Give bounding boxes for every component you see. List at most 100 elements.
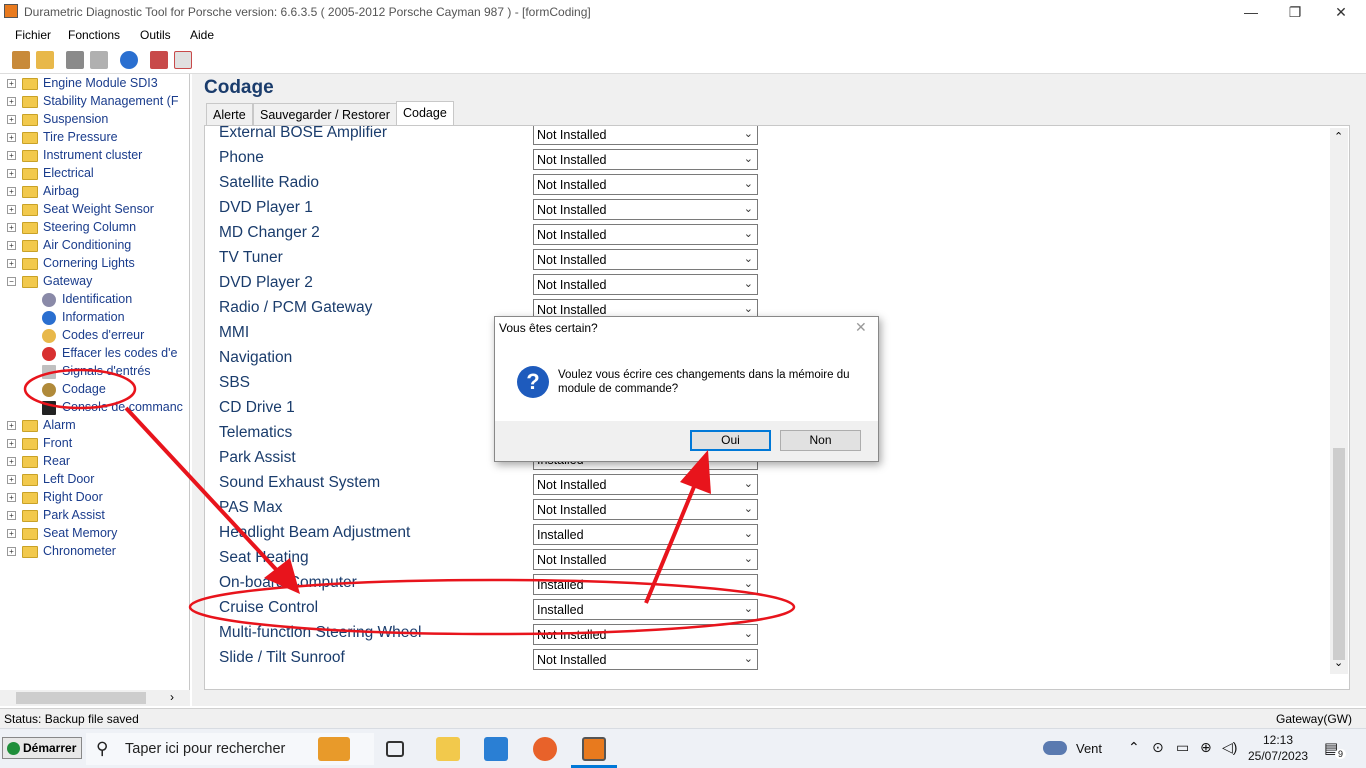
tree-item-gateway-child[interactable]: Codage — [0, 381, 189, 399]
tree-item-module[interactable]: + Rear — [0, 453, 189, 471]
expand-icon[interactable]: + — [7, 547, 16, 556]
expand-icon[interactable]: + — [7, 205, 16, 214]
open-folder-icon[interactable] — [36, 51, 54, 69]
scroll-right-arrow-icon[interactable]: › — [170, 690, 174, 704]
option-select[interactable]: Not Installed ⌄ — [533, 199, 758, 220]
menu-aide[interactable]: Aide — [190, 28, 214, 42]
toolbox-icon[interactable] — [318, 737, 350, 761]
tree-item-module[interactable]: − Gateway — [0, 273, 189, 291]
tree-item-module[interactable]: + Suspension — [0, 111, 189, 129]
tree-item-gateway-child[interactable]: Effacer les codes d'e — [0, 345, 189, 363]
close-button[interactable]: ✕ — [1318, 2, 1364, 22]
option-select[interactable]: Installed ⌄ — [533, 524, 758, 545]
expand-icon[interactable]: + — [7, 223, 16, 232]
network-icon[interactable]: ⊕ — [1200, 739, 1212, 756]
expand-icon[interactable]: + — [7, 439, 16, 448]
tree-item-gateway-child[interactable]: Identification — [0, 291, 189, 309]
tree-item-gateway-child[interactable]: Signals d'entrés — [0, 363, 189, 381]
tree-item-module[interactable]: + Cornering Lights — [0, 255, 189, 273]
expand-icon[interactable]: + — [7, 115, 16, 124]
tree-item-module[interactable]: + Stability Management (F — [0, 93, 189, 111]
option-select[interactable]: Not Installed ⌄ — [533, 126, 758, 145]
battery-icon[interactable]: ▭ — [1176, 739, 1189, 756]
tree-item-module[interactable]: + Air Conditioning — [0, 237, 189, 255]
minimize-button[interactable]: — — [1228, 2, 1274, 22]
dialog-close-icon[interactable]: ✕ — [855, 319, 867, 336]
task-view-icon[interactable] — [386, 741, 404, 757]
expand-icon[interactable]: + — [7, 529, 16, 538]
tree-item-module[interactable]: + Electrical — [0, 165, 189, 183]
expand-icon[interactable]: + — [7, 133, 16, 142]
expand-icon[interactable]: + — [7, 511, 16, 520]
expand-icon[interactable]: + — [7, 421, 16, 430]
option-select[interactable]: Not Installed ⌄ — [533, 174, 758, 195]
tree-item-module[interactable]: + Steering Column — [0, 219, 189, 237]
tree-item-module[interactable]: + Seat Memory — [0, 525, 189, 543]
tree-item-module[interactable]: + Park Assist — [0, 507, 189, 525]
option-select[interactable]: Not Installed ⌄ — [533, 499, 758, 520]
option-select[interactable]: Not Installed ⌄ — [533, 249, 758, 270]
checklist-icon[interactable] — [150, 51, 168, 69]
yes-button[interactable]: Oui — [690, 430, 771, 451]
durametric-taskbar-icon[interactable] — [582, 737, 606, 761]
scroll-down-arrow-icon[interactable]: ⌄ — [1334, 656, 1343, 669]
expand-icon[interactable]: + — [7, 79, 16, 88]
tree-item-module[interactable]: + Left Door — [0, 471, 189, 489]
expand-icon[interactable]: + — [7, 169, 16, 178]
tree-horizontal-scrollbar[interactable]: › — [0, 690, 190, 706]
refresh-icon[interactable] — [120, 51, 138, 69]
expand-icon[interactable]: + — [7, 151, 16, 160]
report-icon[interactable] — [174, 51, 192, 69]
restore-button[interactable]: ❐ — [1272, 2, 1318, 22]
expand-icon[interactable]: + — [7, 475, 16, 484]
expand-icon[interactable]: + — [7, 187, 16, 196]
chevron-up-icon[interactable]: ⌃ — [1128, 739, 1140, 756]
weather-label[interactable]: Vent — [1076, 741, 1102, 756]
print-preview-icon[interactable] — [90, 51, 108, 69]
scrollbar-thumb[interactable] — [16, 692, 146, 704]
option-select[interactable]: Not Installed ⌄ — [533, 474, 758, 495]
tree-item-module[interactable]: + Engine Module SDI3 — [0, 75, 189, 93]
tree-item-gateway-child[interactable]: Codes d'erreur — [0, 327, 189, 345]
scroll-up-arrow-icon[interactable]: ⌃ — [1334, 130, 1343, 143]
option-select[interactable]: Installed ⌄ — [533, 574, 758, 595]
expand-icon[interactable]: − — [7, 277, 16, 286]
tab-alerte[interactable]: Alerte — [206, 103, 253, 125]
home-icon[interactable] — [12, 51, 30, 69]
expand-icon[interactable]: + — [7, 241, 16, 250]
expand-icon[interactable]: + — [7, 97, 16, 106]
option-select[interactable]: Not Installed ⌄ — [533, 224, 758, 245]
tab-sauvegarder[interactable]: Sauvegarder / Restorer — [253, 103, 397, 125]
no-button[interactable]: Non — [780, 430, 861, 451]
expand-icon[interactable]: + — [7, 457, 16, 466]
option-select[interactable]: Installed ⌄ — [533, 599, 758, 620]
scrollbar-thumb[interactable] — [1333, 448, 1345, 660]
volume-icon[interactable]: ◁) — [1222, 739, 1237, 756]
tree-item-module[interactable]: + Front — [0, 435, 189, 453]
tree-item-module[interactable]: + Tire Pressure — [0, 129, 189, 147]
option-select[interactable]: Not Installed ⌄ — [533, 649, 758, 670]
tree-item-module[interactable]: + Right Door — [0, 489, 189, 507]
coding-vertical-scrollbar[interactable]: ⌃ ⌄ — [1330, 128, 1348, 674]
tree-item-module[interactable]: + Instrument cluster — [0, 147, 189, 165]
print-icon[interactable] — [66, 51, 84, 69]
wind-icon[interactable] — [1043, 741, 1067, 755]
clock-date[interactable]: 25/07/2023 — [1248, 749, 1308, 763]
start-button[interactable]: Démarrer — [2, 737, 82, 759]
clock-time[interactable]: 12:13 — [1263, 733, 1293, 747]
menu-outils[interactable]: Outils — [140, 28, 171, 42]
tree-item-module[interactable]: + Chronometer — [0, 543, 189, 561]
option-select[interactable]: Not Installed ⌄ — [533, 274, 758, 295]
usb-icon[interactable]: ⊙ — [1152, 739, 1164, 756]
tree-item-module[interactable]: + Alarm — [0, 417, 189, 435]
option-select[interactable]: Not Installed ⌄ — [533, 624, 758, 645]
tree-item-module[interactable]: + Airbag — [0, 183, 189, 201]
tree-item-gateway-child[interactable]: Information — [0, 309, 189, 327]
tab-codage[interactable]: Codage — [396, 101, 454, 126]
expand-icon[interactable]: + — [7, 493, 16, 502]
expand-icon[interactable]: + — [7, 259, 16, 268]
tree-item-gateway-child[interactable]: Console de commanc — [0, 399, 189, 417]
option-select[interactable]: Not Installed ⌄ — [533, 149, 758, 170]
tree-item-module[interactable]: + Seat Weight Sensor — [0, 201, 189, 219]
menu-fichier[interactable]: Fichier — [15, 28, 51, 42]
